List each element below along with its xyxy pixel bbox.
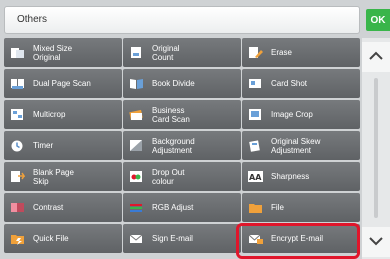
tile-quick-file[interactable]: Quick File: [4, 224, 122, 253]
sign-email-icon: [129, 232, 144, 245]
business-card-scan-icon: [129, 108, 144, 121]
tile-label: Timer: [33, 141, 54, 150]
original-count-icon: [129, 46, 144, 59]
tile-label: Encrypt E-mail: [271, 234, 324, 243]
blank-page-skip-icon: [10, 170, 25, 183]
tile-label: Dual Page Scan: [33, 79, 91, 88]
tile-contrast[interactable]: Contrast: [4, 193, 122, 222]
multicrop-icon: [10, 108, 25, 121]
scroll-up-button[interactable]: [362, 42, 390, 72]
tile-label: Original Skew Adjustment: [271, 136, 321, 155]
tile-erase[interactable]: Erase: [242, 38, 360, 67]
tile-label: Sharpness: [271, 172, 310, 181]
background-adjustment-icon: [129, 139, 144, 152]
ok-button[interactable]: OK: [366, 9, 390, 31]
sharpness-icon: AA: [248, 170, 263, 183]
tile-drop-out-colour[interactable]: Drop Out colour: [123, 162, 241, 191]
tile-multicrop[interactable]: Multicrop: [4, 100, 122, 129]
tile-mixed-size-original[interactable]: Mixed Size Original: [4, 38, 122, 67]
tile-blank-page-skip[interactable]: Blank Page Skip: [4, 162, 122, 191]
tile-label: Contrast: [33, 203, 64, 212]
tile-label: Sign E-mail: [152, 234, 193, 243]
tile-rgb-adjust[interactable]: RGB Adjust: [123, 193, 241, 222]
card-shot-icon: [248, 77, 263, 90]
tile-file[interactable]: File: [242, 193, 360, 222]
tile-image-crop[interactable]: Image Crop: [242, 100, 360, 129]
mixed-size-original-icon: [10, 46, 25, 59]
screen: Others OK Mixed Size Original Original C…: [0, 0, 390, 259]
tile-label: Mixed Size Original: [33, 43, 73, 62]
book-divide-icon: [129, 77, 144, 90]
tile-label: Image Crop: [271, 110, 313, 119]
timer-icon: [10, 139, 25, 152]
tile-label: Business Card Scan: [152, 105, 190, 124]
dual-page-scan-icon: [10, 77, 25, 90]
encrypt-email-icon: [248, 232, 263, 245]
drop-out-colour-icon: [129, 170, 144, 183]
contrast-icon: [10, 201, 25, 214]
scroll-track[interactable]: [374, 78, 378, 218]
tile-label: Background Adjustment: [152, 136, 195, 155]
tile-label: Blank Page Skip: [33, 167, 74, 186]
tile-original-count[interactable]: Original Count: [123, 38, 241, 67]
original-skew-adjustment-icon: [248, 139, 263, 152]
tile-label: Drop Out colour: [152, 167, 185, 186]
tile-card-shot[interactable]: Card Shot: [242, 69, 360, 98]
tile-dual-page-scan[interactable]: Dual Page Scan: [4, 69, 122, 98]
tile-label: Card Shot: [271, 79, 308, 88]
tile-label: Book Divide: [152, 79, 195, 88]
tile-sign-email[interactable]: Sign E-mail: [123, 224, 241, 253]
scroll-down-button[interactable]: [362, 227, 390, 257]
svg-text:AA: AA: [249, 173, 262, 182]
chevron-down-icon: [368, 233, 384, 251]
panel-header: Others: [4, 6, 360, 34]
tile-label: Original Count: [152, 43, 180, 62]
chevron-up-icon: [368, 48, 384, 66]
rgb-adjust-icon: [129, 201, 144, 214]
tile-label: RGB Adjust: [152, 203, 194, 212]
tile-label: File: [271, 203, 284, 212]
panel-title: Others: [17, 14, 48, 25]
tile-timer[interactable]: Timer: [4, 131, 122, 160]
tile-background-adjustment[interactable]: Background Adjustment: [123, 131, 241, 160]
tile-label: Erase: [271, 48, 292, 57]
function-grid: Mixed Size Original Original Count Erase…: [4, 38, 360, 253]
scrollbar[interactable]: [362, 38, 390, 259]
tile-business-card-scan[interactable]: Business Card Scan: [123, 100, 241, 129]
tile-original-skew-adjustment[interactable]: Original Skew Adjustment: [242, 131, 360, 160]
tile-sharpness[interactable]: AA Sharpness: [242, 162, 360, 191]
erase-icon: [248, 46, 263, 59]
image-crop-icon: [248, 108, 263, 121]
tile-book-divide[interactable]: Book Divide: [123, 69, 241, 98]
tile-label: Multicrop: [33, 110, 66, 119]
quick-file-icon: [10, 232, 25, 245]
tile-encrypt-email[interactable]: Encrypt E-mail: [242, 224, 360, 253]
file-icon: [248, 201, 263, 214]
tile-label: Quick File: [33, 234, 69, 243]
